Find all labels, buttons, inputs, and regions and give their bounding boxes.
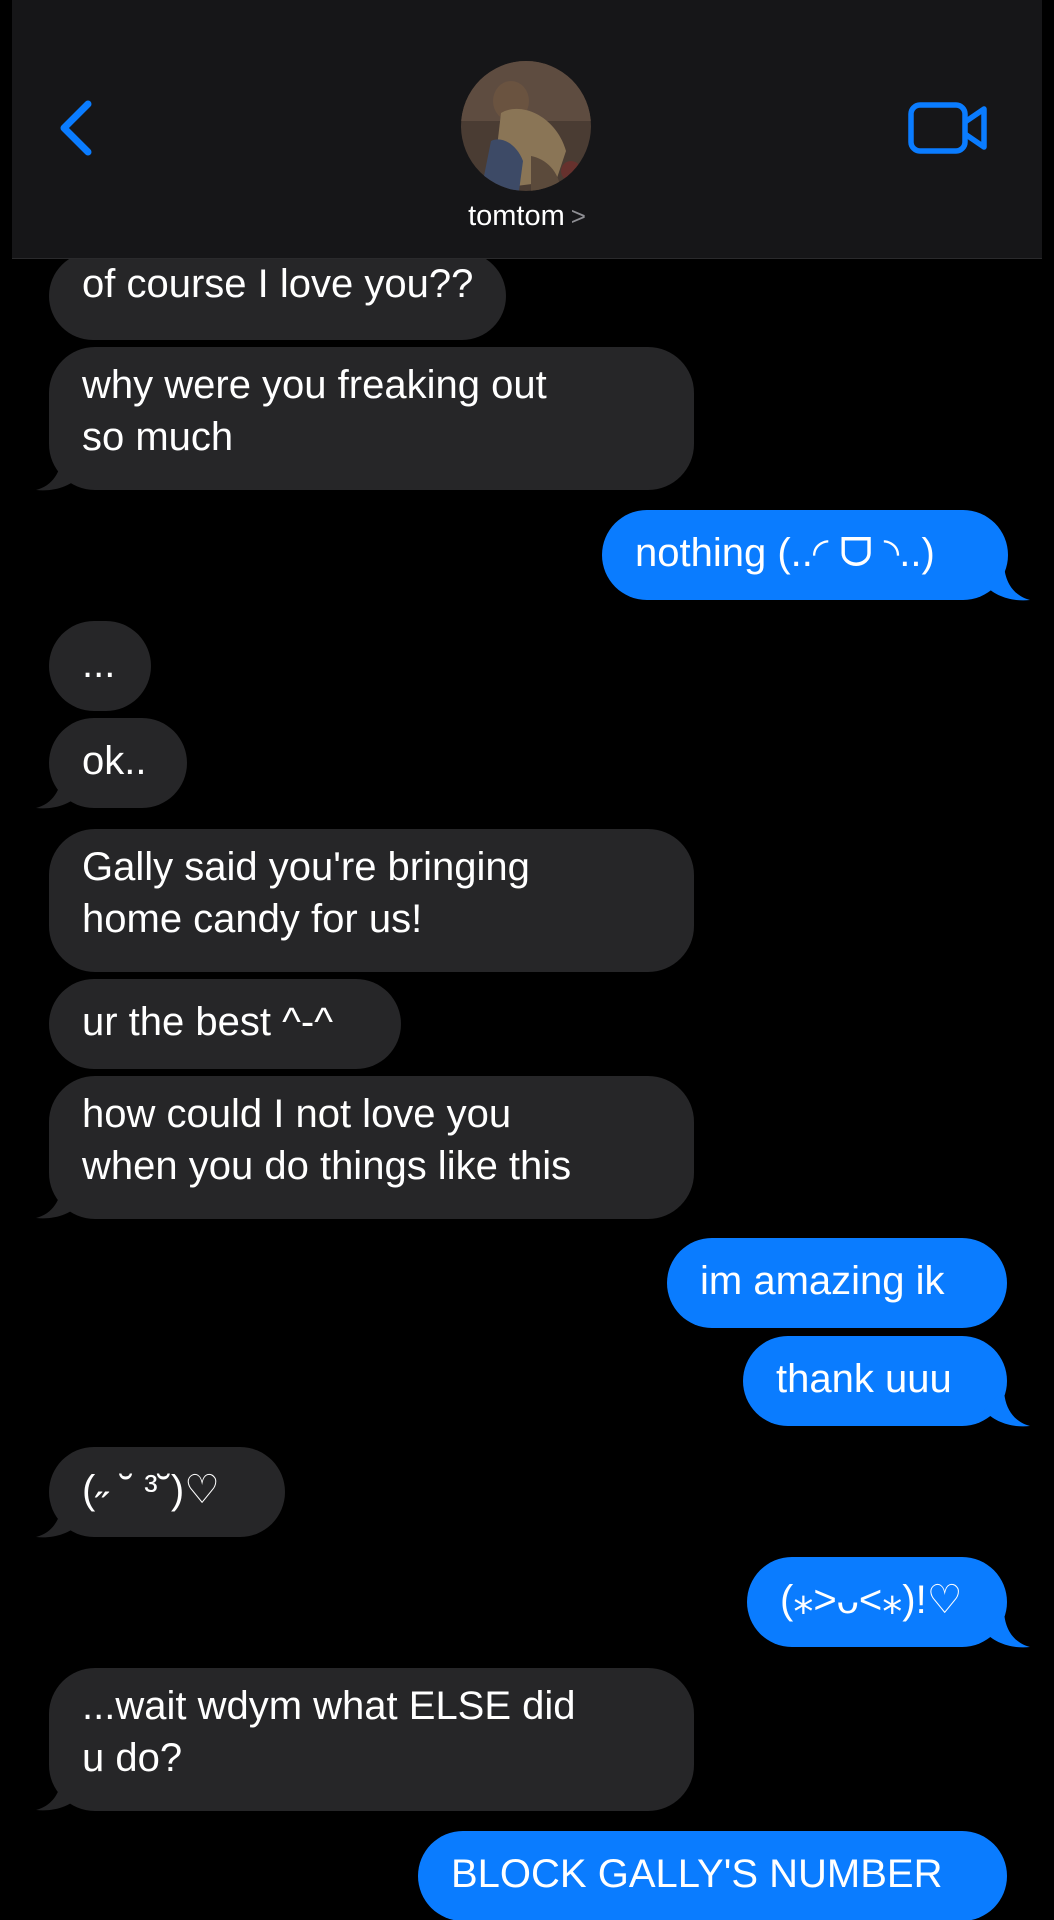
contact-name-button[interactable]: tomtom > [12,200,1042,233]
message-bubble-outgoing[interactable]: im amazing ik [667,1238,1007,1328]
bubble-tail [36,770,82,809]
bubble-tail [36,1772,82,1811]
chevron-left-icon[interactable] [52,98,104,158]
bubble-tail [984,1388,1030,1427]
avatar[interactable] [461,61,591,191]
bubble-tail [984,562,1030,601]
message-bubble-incoming[interactable]: why were you freaking out so much [49,347,694,490]
messages-screen: of course I love you?? why were you frea… [12,0,1042,1920]
chevron-right-icon: > [570,201,586,231]
message-bubble-outgoing[interactable]: BLOCK GALLY'S NUMBER [418,1831,1007,1920]
contact-name: tomtom [468,200,565,232]
message-bubble-outgoing[interactable]: (⁎˃ᴗ˂⁎)!♡ [747,1557,1007,1647]
message-bubble-incoming[interactable]: of course I love you?? [49,252,507,340]
message-bubble-incoming[interactable]: (˶ ˘ ³˘)♡ [49,1447,285,1537]
bubble-tail [36,1180,82,1219]
message-bubble-incoming[interactable]: ur the best ^-^ [49,979,401,1069]
message-bubble-incoming[interactable]: Gally said you're bringing home candy fo… [49,829,694,972]
bubble-tail [36,452,82,491]
message-bubble-incoming[interactable]: how could I not love you when you do thi… [49,1076,694,1219]
bubble-tail [36,1499,82,1538]
video-camera-icon[interactable] [908,100,988,156]
bubble-tail [984,1609,1030,1648]
message-bubble-incoming[interactable]: ... [49,621,151,711]
conversation-header: tomtom > [12,0,1042,259]
message-bubble-outgoing[interactable]: thank uuu [743,1336,1007,1426]
message-bubble-outgoing[interactable]: nothing (..◜ ᗜ ◝..) [602,510,1008,600]
message-bubble-incoming[interactable]: ...wait wdym what ELSE did u do? [49,1668,694,1811]
